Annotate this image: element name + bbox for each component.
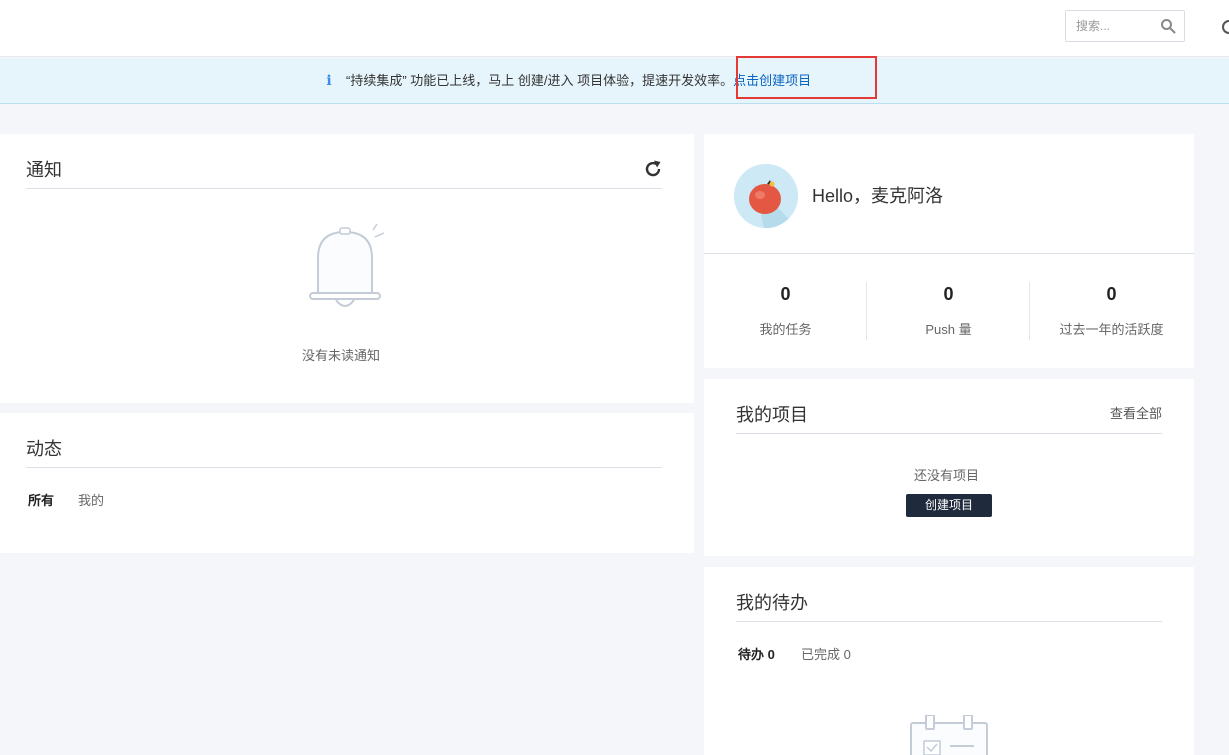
stat-label: 我的任务 [759,322,812,337]
user-menu-icon[interactable] [1222,20,1229,34]
view-all-link[interactable]: 查看全部 [1110,403,1162,422]
stat-activity[interactable]: 0 过去一年的活跃度 [1030,284,1193,338]
divider [26,188,662,189]
stat-value: 0 [1106,284,1117,304]
greeting-text: Hello，麦克阿洛 [812,186,944,206]
stat-push[interactable]: 0 Push 量 [867,284,1030,338]
activity-title: 动态 [26,439,62,459]
divider [736,621,1162,622]
divider [736,433,1162,434]
stat-value: 0 [780,284,791,304]
no-projects-text: 还没有项目 [914,468,980,483]
activity-card: 动态 所有 我的 [0,413,694,553]
profile-card: Hello，麦克阿洛 0 我的任务 0 Push 量 0 过去一年的活跃度 [704,134,1194,368]
stat-label: 过去一年的活跃度 [1059,322,1164,337]
todo-title: 我的待办 [736,593,808,613]
avatar[interactable] [734,164,798,228]
search-box[interactable] [1065,10,1185,42]
create-project-button[interactable]: 创建项目 [906,494,992,517]
no-notifications-text: 没有未读通知 [302,348,381,363]
divider [704,253,1194,254]
search-icon[interactable] [1160,18,1176,34]
projects-card: 我的项目 查看全部 还没有项目 创建项目 [704,379,1194,556]
filter-mine[interactable]: 我的 [78,490,104,509]
notifications-card: 通知 没有未读通知 [0,134,694,403]
notifications-title: 通知 [26,160,62,180]
search-input[interactable] [1066,11,1156,41]
filter-all[interactable]: 所有 [28,490,54,509]
highlight-box [736,56,877,99]
projects-title: 我的项目 [736,405,808,425]
stat-label: Push 量 [925,322,972,337]
info-icon: i [326,73,332,89]
stat-tasks[interactable]: 0 我的任务 [704,284,867,338]
tab-completed[interactable]: 已完成 0 [801,644,851,663]
todo-card: 我的待办 待办 0 已完成 0 [704,567,1194,755]
announcement-banner: i “持续集成” 功能已上线，马上 创建/进入 项目体验，提速开发效率。点击创建… [0,58,1229,104]
calendar-icon [910,715,988,755]
refresh-icon[interactable] [642,158,664,180]
bell-icon [309,224,385,307]
stat-value: 0 [943,284,954,304]
tab-pending[interactable]: 待办 0 [738,644,775,663]
banner-text: “持续集成” 功能已上线，马上 创建/进入 项目体验，提速开发效率。 [346,73,734,88]
divider [26,467,662,468]
top-bar [0,0,1229,57]
